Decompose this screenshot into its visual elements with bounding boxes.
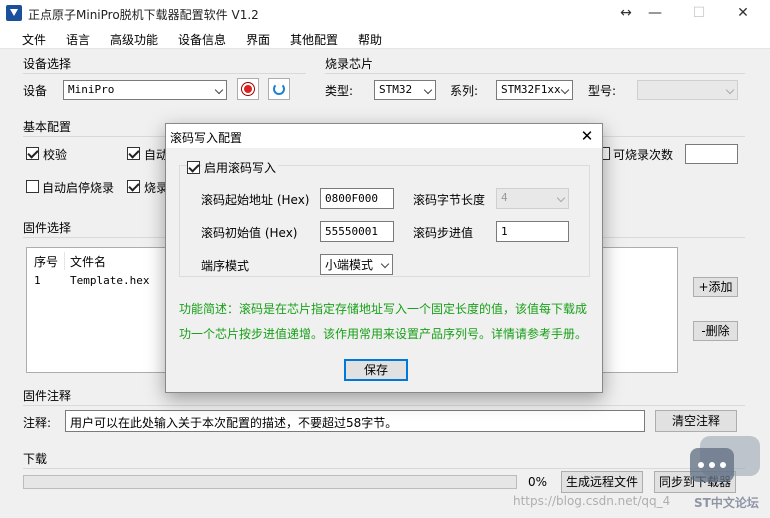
- device-select[interactable]: MiniPro: [63, 80, 227, 100]
- chip-type-select[interactable]: STM32: [374, 80, 436, 100]
- device-group-divider: [23, 73, 306, 74]
- progress-text: 0%: [528, 475, 548, 489]
- download-group-label: 下载: [23, 452, 48, 466]
- dialog-title-bar: 滚码写入配置 ✕: [166, 124, 602, 148]
- endian-value: 小端模式: [325, 258, 374, 272]
- chip-group-divider: [325, 73, 745, 74]
- download-progress-bar: [23, 475, 517, 489]
- title-bar: 正点原子MiniPro脱机下载器配置软件 V1.2 ↔ — ☐ ✕: [0, 0, 770, 27]
- device-group-label: 设备选择: [23, 57, 72, 71]
- dialog-title: 滚码写入配置: [170, 131, 243, 145]
- generate-remote-file-button[interactable]: 生成远程文件: [561, 471, 643, 493]
- burn-count-label: 可烧录次数: [613, 148, 674, 162]
- column-divider: [64, 252, 65, 270]
- dialog-close-icon[interactable]: ✕: [574, 126, 600, 146]
- verify-label: 校验: [43, 148, 68, 162]
- chip-type-value: STM32: [379, 83, 413, 96]
- save-button[interactable]: 保存: [344, 359, 408, 381]
- initial-value-label: 滚码初始值 (Hex): [201, 226, 298, 240]
- menu-interface[interactable]: 界面: [246, 31, 270, 48]
- app-download-icon: [6, 5, 22, 21]
- chat-dot-icon: [709, 462, 715, 468]
- menu-bar: 文件 语言 高级功能 设备信息 界面 其他配置 帮助: [0, 27, 770, 49]
- byte-length-label: 滚码字节长度: [413, 193, 486, 207]
- initial-value-input[interactable]: 55550001: [320, 221, 394, 242]
- delete-firmware-button[interactable]: -删除: [693, 321, 738, 341]
- chip-model-select[interactable]: [637, 80, 738, 100]
- menu-help[interactable]: 帮助: [358, 31, 382, 48]
- minimize-button[interactable]: —: [632, 0, 678, 27]
- chevron-down-icon: [423, 85, 433, 95]
- chip-series-label: 系列:: [450, 84, 479, 98]
- note-label: 注释:: [23, 416, 52, 430]
- start-address-label: 滚码起始地址 (Hex): [201, 193, 310, 207]
- refresh-button[interactable]: [268, 78, 290, 100]
- menu-advanced[interactable]: 高级功能: [110, 31, 158, 48]
- auto-start-checkbox[interactable]: [26, 180, 39, 193]
- enable-rolling-code-label: 启用滚码写入: [202, 159, 279, 176]
- forum-logo-icon: [690, 436, 762, 488]
- burn-checkbox[interactable]: [127, 180, 140, 193]
- menu-file[interactable]: 文件: [22, 31, 46, 48]
- chevron-down-icon: [556, 193, 566, 203]
- endian-select[interactable]: 小端模式: [320, 254, 393, 275]
- chevron-down-icon: [214, 85, 224, 95]
- chevron-down-icon: [380, 259, 390, 269]
- menu-language[interactable]: 语言: [66, 31, 90, 48]
- enable-rolling-code-checkbox[interactable]: [187, 161, 200, 174]
- refresh-icon: [273, 83, 285, 95]
- chip-series-select[interactable]: STM32F1xx: [496, 80, 573, 100]
- menu-device-info[interactable]: 设备信息: [178, 31, 226, 48]
- watermark-url: https://blog.csdn.net/qq_4: [513, 494, 671, 508]
- rolling-code-dialog: 滚码写入配置 ✕ 启用滚码写入 滚码起始地址 (Hex) 0800F000 滚码…: [165, 123, 603, 393]
- step-value-input[interactable]: 1: [496, 221, 569, 242]
- verify-checkbox[interactable]: [26, 147, 39, 160]
- download-divider: [23, 468, 745, 469]
- feature-description-line2: 功一个芯片按步进值递增。该作用常用来设置产品序列号。详情请参考手册。: [179, 327, 588, 341]
- note-group-label: 固件注释: [23, 389, 72, 403]
- chat-dot-icon: [720, 462, 726, 468]
- column-header-filename[interactable]: 文件名: [70, 253, 106, 270]
- device-select-value: MiniPro: [68, 83, 115, 96]
- maximize-button[interactable]: ☐: [676, 0, 722, 27]
- note-divider: [23, 405, 745, 406]
- chip-series-value: STM32F1xx: [501, 83, 561, 96]
- row-index: 1: [34, 274, 41, 287]
- firmware-group-label: 固件选择: [23, 221, 72, 235]
- record-dot-icon: [244, 85, 252, 93]
- chip-model-label: 型号:: [588, 84, 617, 98]
- chevron-down-icon: [725, 85, 735, 95]
- close-button[interactable]: ✕: [720, 0, 766, 27]
- column-header-index[interactable]: 序号: [34, 253, 58, 270]
- byte-length-value: 4: [501, 191, 508, 204]
- burn-count-input[interactable]: [685, 144, 738, 164]
- endian-label: 端序模式: [201, 259, 250, 273]
- chevron-down-icon: [560, 85, 570, 95]
- menu-other-config[interactable]: 其他配置: [290, 31, 338, 48]
- window-title: 正点原子MiniPro脱机下载器配置软件 V1.2: [28, 8, 259, 22]
- auto-start-label: 自动启停烧录: [42, 181, 115, 195]
- feature-description-line1: 功能简述：滚码是在芯片指定存储地址写入一个固定长度的值，该值每下载成: [179, 302, 588, 316]
- row-filename: Template.hex: [70, 274, 150, 287]
- chat-dot-icon: [698, 462, 704, 468]
- chip-group-label: 烧录芯片: [325, 57, 374, 71]
- chip-type-label: 类型:: [325, 84, 354, 98]
- basic-config-group-label: 基本配置: [23, 120, 72, 134]
- start-address-input[interactable]: 0800F000: [320, 188, 394, 209]
- byte-length-select[interactable]: 4: [496, 188, 569, 209]
- auto-checkbox[interactable]: [127, 147, 140, 160]
- record-button[interactable]: [237, 78, 259, 100]
- note-input[interactable]: 用户可以在此处输入关于本次配置的描述，不要超过58字节。: [65, 410, 645, 432]
- watermark-forum: ST中文论坛: [694, 496, 759, 510]
- clear-note-button[interactable]: 清空注释: [655, 410, 737, 432]
- device-label: 设备: [23, 84, 48, 98]
- step-value-label: 滚码步进值: [413, 226, 474, 240]
- add-firmware-button[interactable]: +添加: [693, 277, 738, 297]
